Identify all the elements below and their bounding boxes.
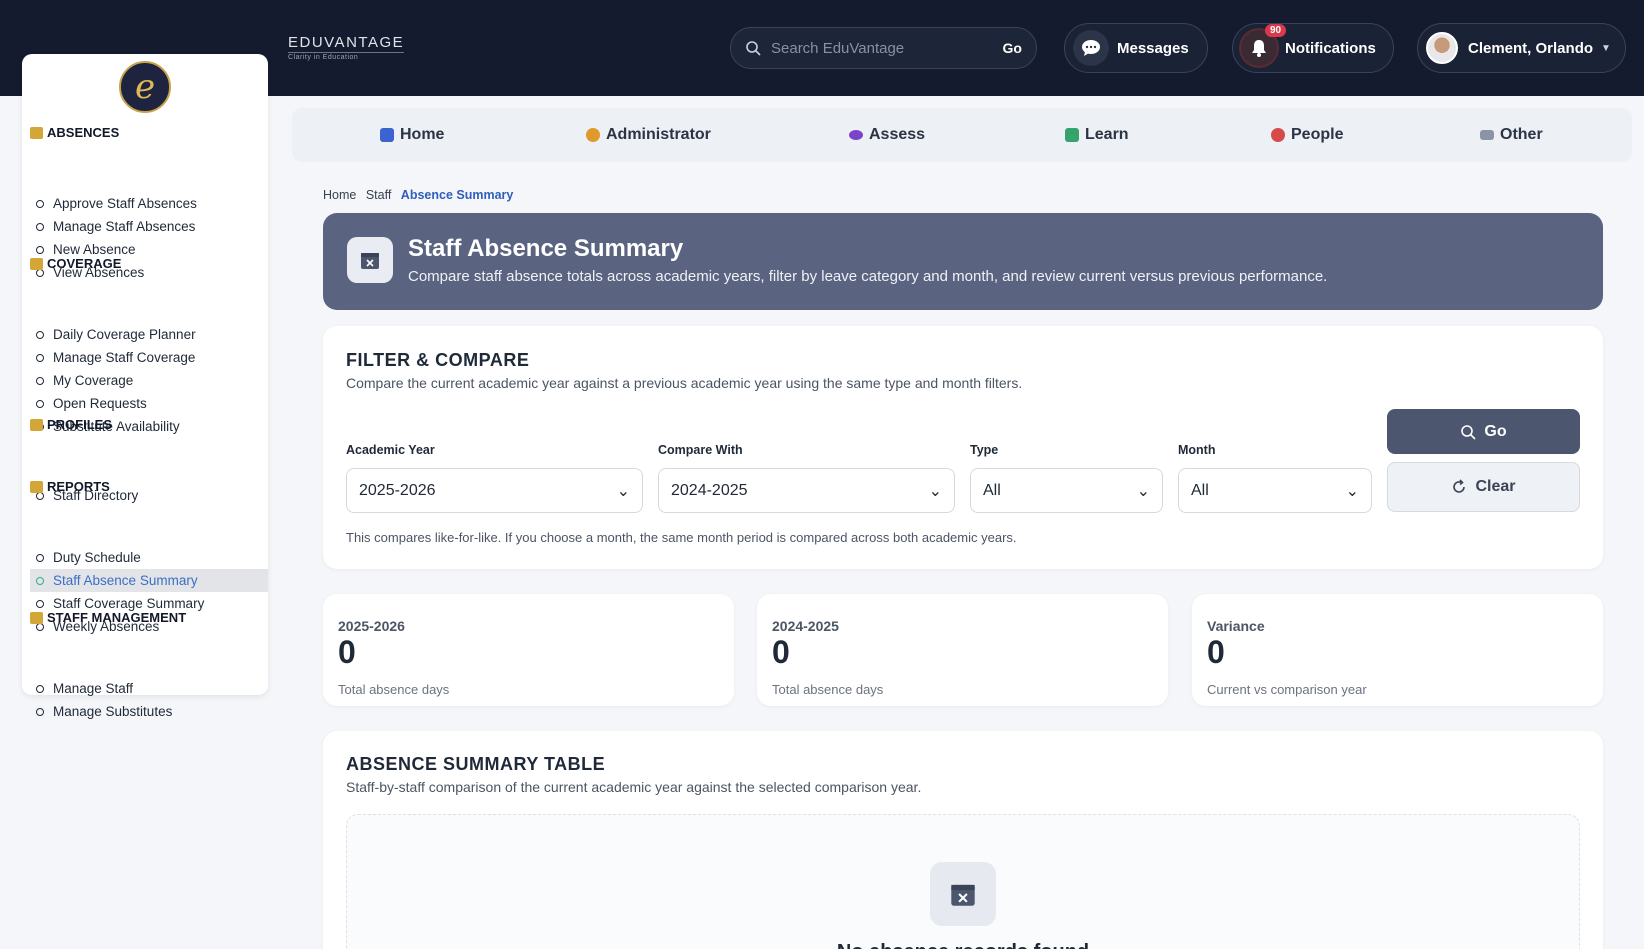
stat-sub: Total absence days [338, 682, 450, 697]
compare-with-label: Compare With [658, 443, 743, 457]
empty-state-text: No absence records found [347, 941, 1579, 949]
home-icon [380, 128, 394, 142]
stat-card-variance: Variance 0 Current vs comparison year [1192, 594, 1603, 706]
notifications-label: Notifications [1285, 39, 1376, 57]
messages-label: Messages [1117, 39, 1189, 57]
id-card-icon [30, 257, 43, 270]
sidebar-section-absences: ABSENCES [30, 125, 119, 140]
calendar-x-icon [347, 237, 393, 283]
sliders-icon [1480, 130, 1494, 140]
notifications-button[interactable]: 90 Notifications [1232, 23, 1394, 73]
search-icon [746, 41, 761, 56]
tab-administrator[interactable]: Administrator [586, 108, 711, 162]
book-icon [1065, 128, 1079, 142]
chevron-down-icon: ⌄ [928, 482, 942, 500]
sidebar-section-staff-management: STAFF MANAGEMENT [30, 610, 186, 625]
sidebar: e ABSENCES Approve Staff Absences Manage… [22, 54, 268, 719]
sidebar-section-reports: REPORTS [30, 479, 110, 494]
sidebar-item-manage-staff-absences[interactable]: Manage Staff Absences [30, 215, 268, 238]
type-select[interactable]: All ⌄ [970, 468, 1163, 513]
eye-icon [849, 130, 863, 140]
messages-button[interactable]: Messages [1064, 23, 1208, 73]
bell-icon: 90 [1241, 24, 1287, 66]
chat-bubble-icon [1073, 30, 1109, 66]
sidebar-item-manage-substitutes[interactable]: Manage Substitutes [30, 700, 268, 723]
tab-assess[interactable]: Assess [849, 108, 925, 162]
search-icon [1461, 424, 1476, 440]
sidebar-section-coverage: COVERAGE [30, 256, 121, 271]
stat-card-comparison-year: 2024-2025 0 Total absence days [757, 594, 1168, 706]
sidebar-item-daily-coverage-planner[interactable]: Daily Coverage Planner [30, 323, 268, 346]
table-title: ABSENCE SUMMARY TABLE [346, 754, 606, 774]
filter-note: This compares like-for-like. If you choo… [346, 530, 1017, 545]
search-bar: Go [730, 27, 1037, 69]
stat-label: 2024-2025 [772, 618, 839, 634]
stat-value: 0 [772, 634, 790, 670]
people-manage-icon [30, 611, 43, 624]
empty-state: No absence records found [346, 814, 1580, 949]
clear-button[interactable]: Clear [1387, 462, 1580, 512]
filter-subtitle: Compare the current academic year agains… [346, 375, 1023, 391]
sidebar-item-open-requests[interactable]: Open Requests [30, 392, 268, 415]
tab-people[interactable]: People [1271, 108, 1343, 162]
avatar [1426, 32, 1458, 64]
sidebar-item-staff-absence-summary[interactable]: Staff Absence Summary [30, 569, 268, 592]
brand-logo[interactable]: EDUVANTAGE Clarity in Education [288, 34, 405, 61]
tab-other[interactable]: Other [1480, 108, 1543, 162]
chevron-down-icon: ⌄ [1345, 482, 1359, 500]
page-header: Staff Absence Summary Compare staff abse… [323, 213, 1603, 310]
stat-label: Variance [1207, 618, 1265, 634]
refresh-icon [1453, 479, 1466, 493]
calendar-x-icon [930, 862, 996, 926]
breadcrumb: Home Staff Absence Summary [323, 188, 519, 202]
sidebar-item-manage-staff[interactable]: Manage Staff [30, 677, 268, 700]
breadcrumb-current: Absence Summary [400, 188, 514, 202]
stat-value: 0 [338, 634, 356, 670]
notifications-count-badge: 90 [1265, 24, 1287, 37]
stat-card-current-year: 2025-2026 0 Total absence days [323, 594, 734, 706]
sidebar-item-my-coverage[interactable]: My Coverage [30, 369, 268, 392]
profile-card-icon [30, 418, 43, 431]
tab-home[interactable]: Home [380, 108, 444, 162]
brand-name: EDUVANTAGE [288, 34, 405, 51]
month-select[interactable]: All ⌄ [1178, 468, 1372, 513]
chevron-down-icon: ⌄ [616, 482, 630, 500]
tab-learn[interactable]: Learn [1065, 108, 1129, 162]
main-nav: Home Administrator Assess Learn People O… [292, 108, 1632, 162]
sidebar-item-approve-staff-absences[interactable]: Approve Staff Absences [30, 192, 268, 215]
sidebar-item-duty-schedule[interactable]: Duty Schedule [30, 546, 268, 569]
people-icon [1271, 128, 1285, 142]
chevron-down-icon: ▼ [1601, 42, 1611, 54]
chevron-down-icon: ⌄ [1136, 482, 1150, 500]
table-subtitle: Staff-by-staff comparison of the current… [346, 779, 922, 795]
stat-label: 2025-2026 [338, 618, 405, 634]
compare-with-select[interactable]: 2024-2025 ⌄ [658, 468, 955, 513]
academic-year-select[interactable]: 2025-2026 ⌄ [346, 468, 643, 513]
stat-sub: Total absence days [772, 682, 884, 697]
sidebar-section-profiles: PROFILES [30, 417, 112, 432]
stat-sub: Current vs comparison year [1207, 682, 1367, 697]
calendar-icon [30, 126, 43, 139]
user-menu-button[interactable]: Clement, Orlando ▼ [1417, 23, 1626, 73]
breadcrumb-home[interactable]: Home [323, 188, 356, 202]
page-title: Staff Absence Summary [408, 235, 684, 262]
page-subtitle: Compare staff absence totals across acad… [408, 268, 1328, 285]
stat-value: 0 [1207, 634, 1225, 670]
report-icon [30, 480, 43, 493]
brand-tagline: Clarity in Education [288, 52, 405, 61]
go-button[interactable]: Go [1387, 409, 1580, 454]
month-label: Month [1178, 443, 1216, 457]
school-logo: e [119, 61, 171, 113]
academic-year-label: Academic Year [346, 443, 435, 457]
gear-icon [586, 128, 600, 142]
search-go-button[interactable]: Go [1003, 40, 1022, 56]
type-label: Type [970, 443, 999, 457]
sidebar-item-manage-staff-coverage[interactable]: Manage Staff Coverage [30, 346, 268, 369]
filter-title: FILTER & COMPARE [346, 350, 530, 370]
breadcrumb-staff[interactable]: Staff [366, 188, 391, 202]
search-input[interactable] [771, 39, 971, 57]
user-name: Clement, Orlando [1468, 39, 1594, 57]
